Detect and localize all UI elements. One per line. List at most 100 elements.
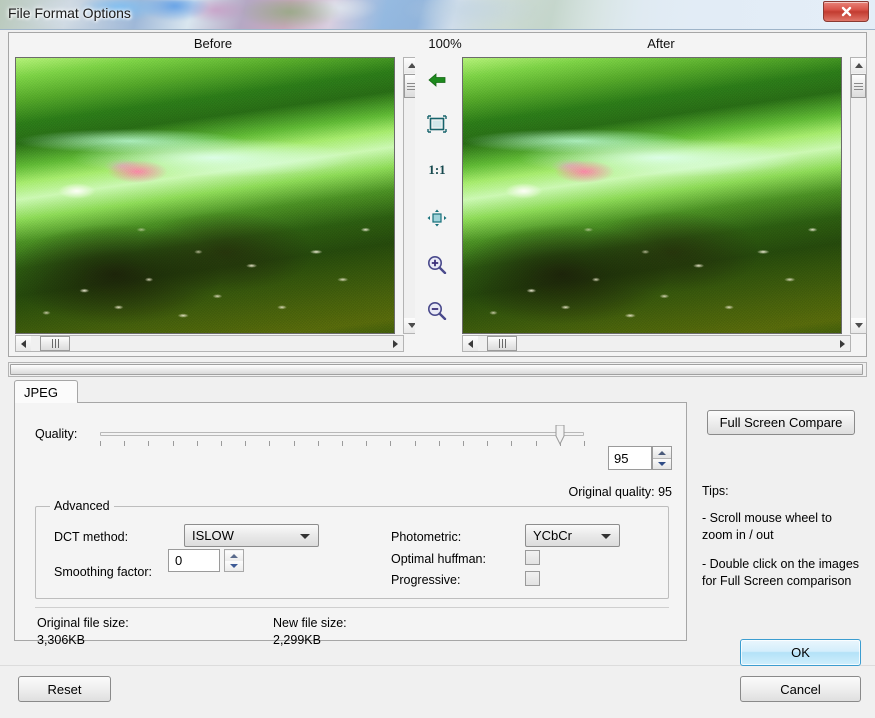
window-title: File Format Options <box>8 5 131 21</box>
pan-move-icon[interactable] <box>423 205 451 231</box>
close-button[interactable] <box>823 1 869 22</box>
slider-tick <box>366 441 367 446</box>
quality-label: Quality: <box>35 427 78 441</box>
full-screen-compare-button[interactable]: Full Screen Compare <box>707 410 855 435</box>
tip-scroll-wheel: - Scroll mouse wheel to zoom in / out <box>702 511 832 542</box>
actual-size-icon[interactable]: 1:1 <box>423 157 451 183</box>
preview-toolbar: 1:1 <box>415 57 459 334</box>
tab-jpeg[interactable]: JPEG <box>14 380 78 403</box>
photometric-select[interactable]: YCbCr <box>525 524 620 547</box>
ok-label: OK <box>791 645 810 660</box>
divider <box>35 607 669 608</box>
preview-pane-scroll-thumb[interactable] <box>10 364 863 375</box>
before-pane-label: Before <box>193 36 233 51</box>
slider-tick <box>221 441 222 446</box>
slider-tick <box>197 441 198 446</box>
progressive-checkbox[interactable] <box>525 571 540 586</box>
dct-method-select[interactable]: ISLOW <box>184 524 319 547</box>
grip-lines-icon <box>51 339 59 348</box>
slider-tick <box>415 441 416 446</box>
slider-tick <box>318 441 319 446</box>
zoom-in-icon[interactable] <box>423 251 451 277</box>
progressive-label: Progressive: <box>391 573 461 587</box>
dialog-client-area: Before 100% After 1:1 JPEG Quality: Orig… <box>0 30 875 718</box>
scroll-left-button[interactable] <box>16 336 31 351</box>
scroll-right-button[interactable] <box>388 336 403 351</box>
cancel-label: Cancel <box>780 681 821 697</box>
before-hscroll-thumb[interactable] <box>40 336 70 351</box>
new-file-size-label: New file size: <box>273 616 347 630</box>
reset-button[interactable]: Reset <box>18 676 111 702</box>
back-arrow-icon[interactable] <box>423 67 451 93</box>
smoothing-stepper-down[interactable] <box>225 561 243 571</box>
photometric-label: Photometric: <box>391 530 462 544</box>
chevron-down-icon <box>601 534 611 539</box>
scroll-down-button[interactable] <box>851 318 866 333</box>
chevron-down-icon <box>658 462 666 466</box>
smoothing-factor-stepper[interactable] <box>224 549 244 572</box>
scroll-left-button[interactable] <box>463 336 478 351</box>
original-file-size: Original file size: 3,306KB <box>37 615 129 649</box>
photometric-value: YCbCr <box>533 528 573 543</box>
quality-stepper-down[interactable] <box>653 458 671 469</box>
quality-stepper-up[interactable] <box>653 447 671 458</box>
tips-panel: Tips: - Scroll mouse wheel to zoom in / … <box>702 483 862 602</box>
tips-heading: Tips: <box>702 484 729 498</box>
quality-input-value: 95 <box>614 450 629 466</box>
jpeg-settings-panel: Quality: Original quality: 95 Advanced D… <box>14 402 687 647</box>
dct-method-value: ISLOW <box>192 528 234 543</box>
ok-button[interactable]: OK <box>740 639 861 666</box>
original-quality-text: Original quality: 95 <box>568 485 672 499</box>
scroll-up-button[interactable] <box>851 58 866 73</box>
original-file-size-label: Original file size: <box>37 616 129 630</box>
smoothing-factor-value: 0 <box>175 553 183 568</box>
slider-tick <box>487 441 488 446</box>
grip-lines-icon <box>498 339 506 348</box>
before-horizontal-scrollbar[interactable] <box>15 335 404 352</box>
slider-tick <box>536 441 537 446</box>
optimal-huffman-checkbox[interactable] <box>525 550 540 565</box>
slider-tick <box>124 441 125 446</box>
quality-stepper[interactable] <box>652 446 672 470</box>
after-pane-label: After <box>647 36 675 51</box>
new-file-size-value: 2,299KB <box>273 633 321 647</box>
optimal-huffman-label: Optimal huffman: <box>391 552 486 566</box>
after-image <box>463 58 841 333</box>
quality-slider-ticks <box>100 441 585 447</box>
slider-tick <box>269 441 270 446</box>
after-image-viewport[interactable] <box>462 57 842 334</box>
original-file-size-value: 3,306KB <box>37 633 85 647</box>
smoothing-factor-input[interactable]: 0 <box>168 549 220 572</box>
dct-method-label: DCT method: <box>54 530 129 544</box>
slider-tick <box>173 441 174 446</box>
after-vscroll-thumb[interactable] <box>851 74 866 98</box>
title-bar[interactable]: File Format Options <box>0 0 875 30</box>
smoothing-stepper-up[interactable] <box>225 551 243 561</box>
slider-tick <box>511 441 512 446</box>
zoom-out-icon[interactable] <box>423 297 451 323</box>
reset-label: Reset <box>47 681 82 697</box>
fit-to-window-icon[interactable] <box>423 111 451 137</box>
close-x-icon <box>840 5 853 18</box>
slider-tick <box>294 441 295 446</box>
smoothing-factor-label: Smoothing factor: <box>54 565 152 579</box>
after-hscroll-thumb[interactable] <box>487 336 517 351</box>
slider-tick <box>148 441 149 446</box>
cancel-button[interactable]: Cancel <box>740 676 861 702</box>
zoom-level-label: 100% <box>428 36 462 51</box>
quality-input[interactable]: 95 <box>608 446 652 470</box>
new-file-size: New file size: 2,299KB <box>273 615 347 649</box>
advanced-group: Advanced DCT method: ISLOW Smoothing fac… <box>35 499 669 599</box>
quality-slider-track[interactable] <box>100 432 584 436</box>
slider-tick <box>439 441 440 446</box>
preview-group: Before 100% After 1:1 <box>8 32 867 357</box>
preview-pane-scrollbar[interactable] <box>8 362 867 377</box>
quality-slider-thumb[interactable] <box>555 424 565 446</box>
after-vertical-scrollbar[interactable] <box>850 57 867 334</box>
chevron-down-icon <box>854 323 863 328</box>
after-horizontal-scrollbar[interactable] <box>462 335 851 352</box>
before-image-viewport[interactable] <box>15 57 395 334</box>
scroll-right-button[interactable] <box>835 336 850 351</box>
chevron-up-icon <box>854 63 863 68</box>
slider-tick <box>100 441 101 446</box>
